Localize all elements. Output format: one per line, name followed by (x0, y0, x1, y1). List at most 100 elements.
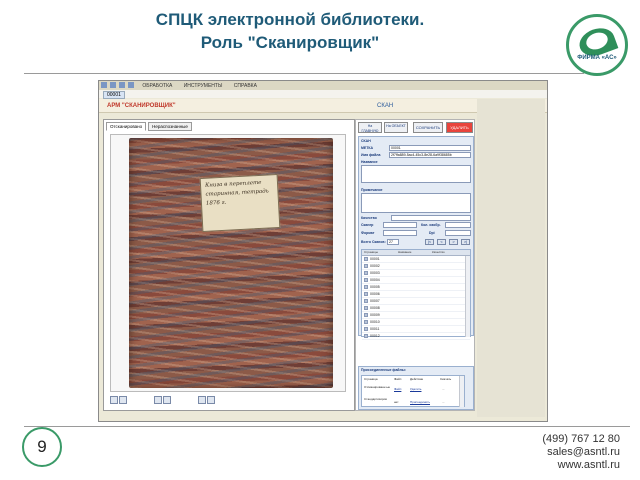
home-icon[interactable] (128, 82, 134, 88)
page-icon (364, 257, 368, 262)
page-icon (364, 306, 368, 311)
divider-top (24, 73, 584, 74)
page-icon (364, 278, 368, 283)
table-row[interactable]: 00001 (362, 256, 470, 263)
to-main-button[interactable]: На ГЛАВНУЮ (358, 122, 382, 133)
total-scans-label: Всего Сканов: (361, 240, 386, 244)
column-header-download: Скачать (440, 377, 452, 381)
attached-row-file: нет (394, 400, 399, 404)
first-scan-button[interactable]: |< (425, 239, 434, 245)
page-icon (364, 271, 368, 276)
page-icon (364, 320, 368, 325)
attached-table-scrollbar[interactable] (459, 376, 464, 407)
table-row[interactable]: 00004 (362, 277, 470, 284)
document-tabs: 00001 (99, 90, 547, 99)
scan-form: СКАН МЕТКА 00001 Имя файла 2f7ffa889-5ac… (358, 136, 474, 340)
dpi-label: Dpi (429, 231, 435, 235)
note-textarea[interactable] (361, 193, 471, 213)
column-header-title[interactable]: Название (398, 250, 432, 255)
quality-select[interactable] (391, 215, 471, 221)
scan-viewer-pane: Отсканировано Нераспознанные Книга в пере… (103, 119, 355, 411)
page-icon (364, 292, 368, 297)
attached-row-page: Стандартизиров (364, 397, 387, 401)
last-scan-button[interactable]: >| (461, 239, 470, 245)
scanner-label: Сканер (361, 223, 374, 227)
scan-image-area[interactable]: Книга в переплете старинная, тетрадь 187… (110, 134, 346, 392)
page-icon (364, 264, 368, 269)
back-icon[interactable] (110, 82, 116, 88)
page-icon (364, 285, 368, 290)
title-textarea[interactable] (361, 165, 471, 183)
menu-item-processing[interactable]: ОБРАБОТКА (142, 83, 172, 89)
forward-icon[interactable] (119, 82, 125, 88)
scans-table: Страницы Название Качество 00001 00002 000… (361, 249, 471, 340)
page-icon (364, 334, 368, 339)
table-row[interactable]: 00007 (362, 298, 470, 305)
save-button[interactable]: СОХРАНИТЬ (413, 122, 443, 133)
attached-row-download-button[interactable]: ... (442, 387, 445, 391)
table-row[interactable]: 00008 (362, 305, 470, 312)
prev-scan-button[interactable]: < (437, 239, 446, 245)
table-row[interactable]: 00005 (362, 284, 470, 291)
image-count-field[interactable] (445, 222, 471, 228)
attached-row-file-link[interactable]: Файл (394, 387, 401, 391)
book-label-handwriting: Книга в переплете старинная, тетрадь 187… (199, 173, 281, 233)
attached-row-delete-link[interactable]: Удалить (410, 387, 421, 391)
save-icon[interactable] (110, 396, 118, 404)
rotate-left-icon[interactable] (154, 396, 162, 404)
column-header-action: Действие (410, 377, 424, 381)
table-row[interactable]: 00002 (362, 263, 470, 270)
page-number: 9 (22, 427, 62, 467)
to-object-button[interactable]: На ОБЪЕКТ (384, 122, 408, 133)
slide-title: СПЦК электронной библиотеки. Роль "Скани… (0, 8, 580, 54)
contact-website[interactable]: www.asntl.ru (542, 459, 620, 472)
table-row[interactable]: 00003 (362, 270, 470, 277)
next-scan-button[interactable]: > (449, 239, 458, 245)
column-header-quality[interactable]: Качество (432, 250, 462, 255)
scanned-book-cover-image: Книга в переплете старинная, тетрадь 187… (129, 138, 333, 388)
title-label: Название (361, 160, 378, 164)
app-icon (101, 82, 107, 88)
column-header-pages[interactable]: Страницы (362, 250, 398, 255)
scanner-select[interactable] (383, 222, 417, 228)
dpi-select[interactable] (445, 230, 471, 236)
company-logo: ФИРМА «АС» (566, 14, 628, 76)
attached-files-title: Присоединенные файлы: (361, 368, 406, 372)
page-icon (364, 327, 368, 332)
mark-label: МЕТКА (361, 146, 374, 150)
table-row[interactable]: 00011 (362, 326, 470, 333)
workstation-title: АРМ "СКАНИРОВЩИК" (107, 103, 176, 109)
column-header-page: Страница (364, 377, 378, 381)
menu-item-help[interactable]: СПРАВКА (234, 83, 257, 89)
rotate-right-icon[interactable] (163, 396, 171, 404)
format-label: Формат (361, 231, 375, 235)
filename-field[interactable]: 2f7ffa889-5ac4-45c3-8e28-6a9f38685b (389, 152, 471, 158)
attached-files-panel: Присоединенные файлы: Страница Файл Дейс… (358, 366, 474, 410)
logo-caption: ФИРМА «АС» (577, 55, 617, 61)
print-icon[interactable] (119, 396, 127, 404)
zoom-in-icon[interactable] (198, 396, 206, 404)
format-select[interactable] (383, 230, 417, 236)
menu-item-tools[interactable]: ИНСТРУМЕНТЫ (184, 83, 223, 89)
tab-scanned[interactable]: Отсканировано (106, 122, 147, 131)
tab-unrecognized[interactable]: Нераспознанные (148, 122, 192, 131)
tab-00001[interactable]: 00001 (103, 91, 125, 99)
attached-row-download-button[interactable]: ... (442, 400, 445, 404)
zoom-out-icon[interactable] (207, 396, 215, 404)
attached-row-attach-link[interactable]: Присоединить (410, 400, 430, 404)
table-row[interactable]: 00009 (362, 312, 470, 319)
attached-row-page: Отсканированн ые (364, 385, 391, 389)
table-row[interactable]: 00012 (362, 333, 470, 340)
delete-button[interactable]: УДАЛИТЬ (446, 122, 473, 133)
scans-table-scrollbar[interactable] (465, 256, 470, 337)
note-label: Примечание (361, 188, 383, 192)
column-header-file: Файл (394, 377, 402, 381)
image-count-label: Кол. изобр. (421, 223, 441, 227)
table-row[interactable]: 00006 (362, 291, 470, 298)
table-row[interactable]: 00010 (362, 319, 470, 326)
slide-title-line2: Роль "Сканировщик" (200, 33, 380, 52)
mark-field[interactable]: 00001 (389, 145, 471, 151)
contact-email[interactable]: sales@asntl.ru (542, 446, 620, 459)
page-icon (364, 299, 368, 304)
contact-phone: (499) 767 12 80 (542, 433, 620, 445)
